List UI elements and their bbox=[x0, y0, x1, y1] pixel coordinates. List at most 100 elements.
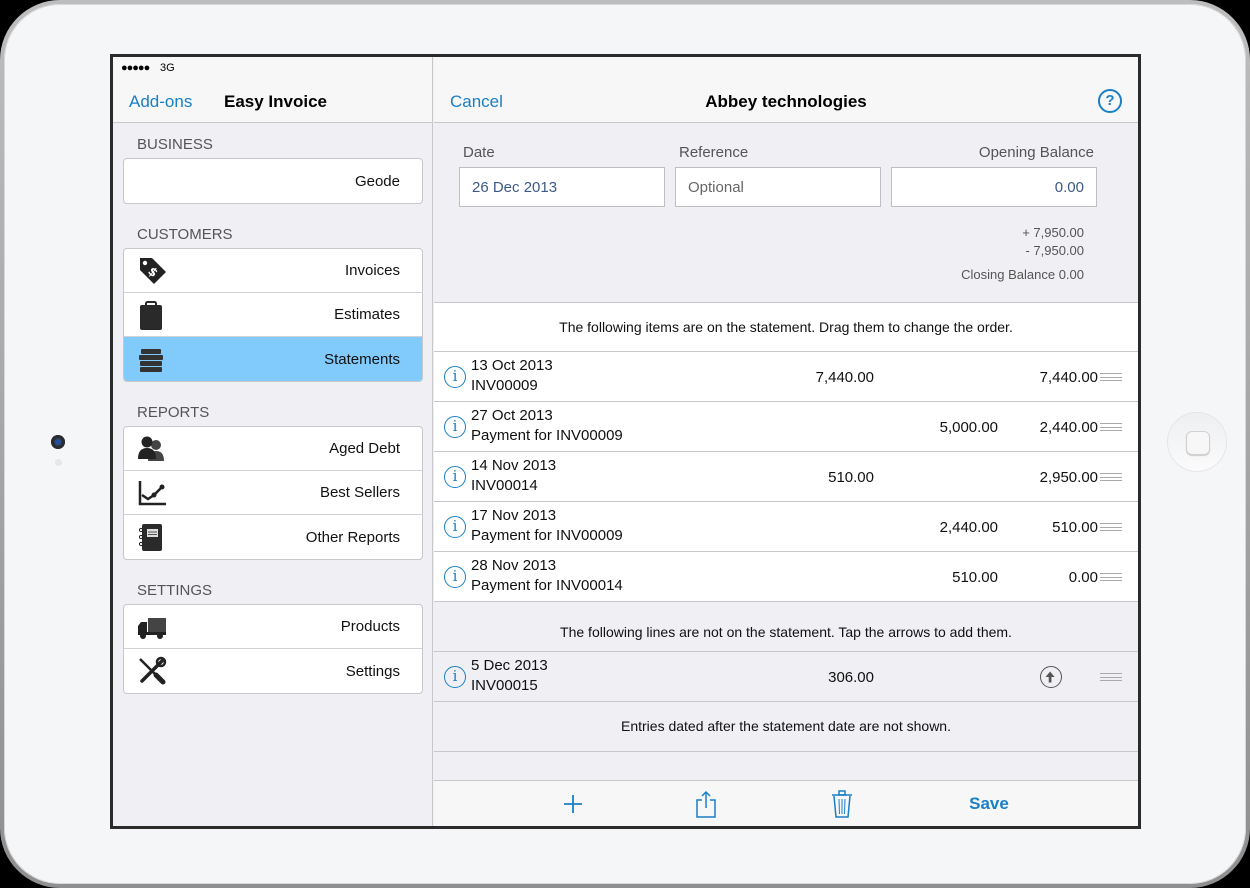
signal-strength-icon: ●●●●● bbox=[121, 62, 150, 74]
entry-description: Payment for INV00014 bbox=[471, 577, 623, 594]
entry-date: 28 Nov 2013 bbox=[471, 557, 557, 574]
section-header-business: BUSINESS bbox=[137, 136, 213, 153]
drag-handle-icon[interactable] bbox=[1100, 373, 1122, 381]
sidebar-item-label: Invoices bbox=[344, 262, 400, 279]
detail-nav-bar: Cancel Abbey technologies ? bbox=[434, 57, 1138, 123]
statement-row[interactable]: i 28 Nov 2013 Payment for INV00014 510.00 0.… bbox=[434, 552, 1138, 602]
sidebar-item-label: Aged Debt bbox=[329, 440, 400, 457]
sidebar-item-label: Best Sellers bbox=[319, 484, 400, 501]
sidebar-item-statements[interactable]: Statements bbox=[124, 337, 422, 381]
screen: Add-ons Easy Invoice BUSINESS Geode CUST… bbox=[110, 54, 1141, 829]
sidebar-item-settings[interactable]: Settings bbox=[124, 649, 422, 693]
sidebar: Add-ons Easy Invoice BUSINESS Geode CUST… bbox=[113, 57, 433, 826]
opening-balance-field[interactable] bbox=[891, 167, 1097, 207]
delete-button[interactable] bbox=[827, 789, 857, 819]
entry-description: Payment for INV00009 bbox=[471, 527, 623, 544]
share-icon bbox=[696, 790, 716, 818]
info-icon[interactable]: i bbox=[444, 366, 466, 388]
statement-row[interactable]: i 13 Oct 2013 INV00009 7,440.00 7,440.00 bbox=[434, 352, 1138, 402]
info-icon[interactable]: i bbox=[444, 566, 466, 588]
truck-icon bbox=[138, 618, 166, 639]
closing-balance: Closing Balance 0.00 bbox=[961, 267, 1084, 282]
drag-handle-icon[interactable] bbox=[1100, 673, 1122, 681]
info-icon[interactable]: i bbox=[444, 666, 466, 688]
add-ons-button[interactable]: Add-ons bbox=[129, 92, 192, 112]
price-tag-icon: $ bbox=[140, 258, 166, 284]
line-chart-icon bbox=[138, 481, 166, 506]
save-button[interactable]: Save bbox=[954, 789, 1024, 819]
sensor-icon bbox=[55, 459, 62, 466]
sidebar-item-invoices[interactable]: $ Invoices bbox=[124, 249, 422, 293]
settings-group: Products Settings bbox=[123, 604, 423, 694]
off-statement-row[interactable]: i 5 Dec 2013 INV00015 306.00 bbox=[434, 652, 1138, 702]
entry-description: INV00009 bbox=[471, 377, 538, 394]
on-statement-list: i 13 Oct 2013 INV00009 7,440.00 7,440.00 i 27 … bbox=[434, 352, 1138, 602]
debit-amount: 306.00 bbox=[828, 669, 874, 686]
entry-date: 14 Nov 2013 bbox=[471, 457, 557, 474]
stack-icon bbox=[139, 349, 163, 372]
sidebar-item-label: Other Reports bbox=[305, 528, 400, 546]
statement-detail: Cancel Abbey technologies ? Date Referen… bbox=[434, 57, 1138, 826]
off-statement-list: i 5 Dec 2013 INV00015 306.00 bbox=[434, 652, 1138, 702]
reports-group: Aged Debt Best Sellers Other Reports bbox=[123, 426, 423, 560]
home-button[interactable] bbox=[1168, 413, 1226, 471]
sidebar-item-label: Products bbox=[340, 618, 400, 635]
sidebar-item-best-sellers[interactable]: Best Sellers bbox=[124, 471, 422, 515]
info-icon[interactable]: i bbox=[444, 416, 466, 438]
running-balance: 510.00 bbox=[1052, 519, 1098, 536]
running-balance: 0.00 bbox=[1068, 569, 1098, 586]
entry-date: 13 Oct 2013 bbox=[471, 357, 553, 374]
sidebar-item-label: Estimates bbox=[334, 306, 400, 323]
sidebar-item-products[interactable]: Products bbox=[124, 605, 422, 649]
running-balance: 7,440.00 bbox=[1039, 369, 1098, 386]
date-label: Date bbox=[463, 144, 495, 161]
entry-date: 27 Oct 2013 bbox=[471, 407, 553, 424]
people-icon bbox=[138, 436, 164, 461]
running-balance: 2,440.00 bbox=[1039, 419, 1098, 436]
statement-row[interactable]: i 14 Nov 2013 INV00014 510.00 2,950.00 bbox=[434, 452, 1138, 502]
opening-balance-label: Opening Balance bbox=[978, 144, 1094, 161]
share-button[interactable] bbox=[691, 789, 721, 819]
running-balance: 2,950.00 bbox=[1039, 469, 1098, 486]
app-title: Easy Invoice bbox=[224, 92, 328, 111]
footer-note: Entries dated after the statement date a… bbox=[434, 702, 1138, 752]
sidebar-item-estimates[interactable]: Estimates bbox=[124, 293, 422, 337]
sidebar-item-other-reports[interactable]: Other Reports bbox=[124, 515, 422, 559]
add-button[interactable] bbox=[558, 789, 588, 819]
debit-amount: 510.00 bbox=[828, 469, 874, 486]
section-header-customers: CUSTOMERS bbox=[137, 226, 233, 243]
info-icon[interactable]: i bbox=[444, 466, 466, 488]
reference-field[interactable] bbox=[675, 167, 881, 207]
date-field[interactable] bbox=[459, 167, 665, 207]
sidebar-item-business[interactable]: Geode bbox=[124, 159, 422, 203]
clipboard-icon bbox=[140, 301, 162, 330]
drag-handle-icon[interactable] bbox=[1100, 523, 1122, 531]
debit-amount: 7,440.00 bbox=[815, 369, 874, 386]
trash-icon bbox=[832, 790, 852, 818]
total-debits: + 7,950.00 bbox=[1022, 225, 1084, 240]
customer-title: Abbey technologies bbox=[705, 92, 867, 111]
entry-date: 5 Dec 2013 bbox=[471, 657, 548, 674]
camera-icon bbox=[51, 435, 65, 449]
reference-label: Reference bbox=[679, 144, 749, 161]
info-icon[interactable]: i bbox=[444, 516, 466, 538]
customers-group: $ Invoices Estimates Statements bbox=[123, 248, 423, 382]
add-to-statement-arrow-icon[interactable] bbox=[1040, 666, 1062, 688]
entry-description: Payment for INV00009 bbox=[471, 427, 623, 444]
sidebar-item-label: Geode bbox=[354, 172, 400, 190]
sidebar-item-label: Settings bbox=[345, 662, 400, 680]
business-group: Geode bbox=[123, 158, 423, 204]
entry-description: INV00014 bbox=[471, 477, 538, 494]
ipad-frame: Add-ons Easy Invoice BUSINESS Geode CUST… bbox=[0, 0, 1250, 888]
statement-row[interactable]: i 17 Nov 2013 Payment for INV00009 2,440.00… bbox=[434, 502, 1138, 552]
statement-row[interactable]: i 27 Oct 2013 Payment for INV00009 5,000.00… bbox=[434, 402, 1138, 452]
tools-icon bbox=[139, 656, 167, 685]
sidebar-item-aged-debt[interactable]: Aged Debt bbox=[124, 427, 422, 471]
total-credits: - 7,950.00 bbox=[1025, 243, 1084, 258]
help-icon[interactable]: ? bbox=[1098, 89, 1122, 113]
drag-handle-icon[interactable] bbox=[1100, 423, 1122, 431]
drag-handle-icon[interactable] bbox=[1100, 573, 1122, 581]
on-statement-banner: The following items are on the statement… bbox=[434, 302, 1138, 352]
drag-handle-icon[interactable] bbox=[1100, 473, 1122, 481]
section-header-reports: REPORTS bbox=[137, 404, 210, 421]
